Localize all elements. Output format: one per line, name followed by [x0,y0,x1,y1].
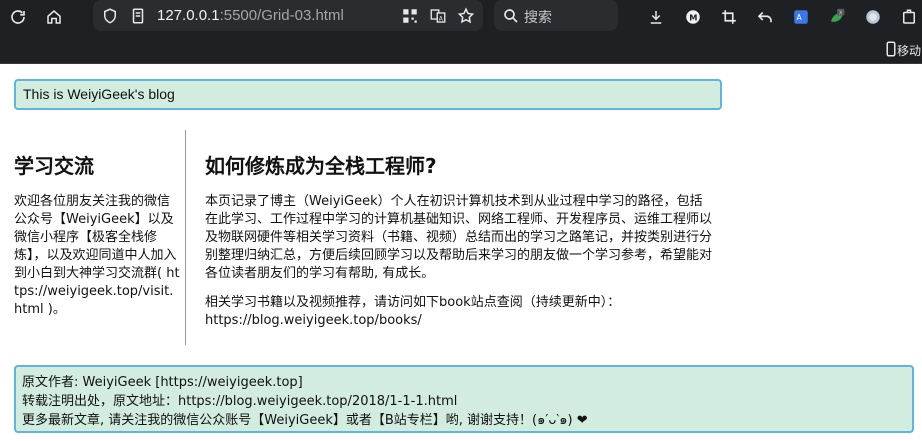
article-paragraph-2: 相关学习书籍以及视频推荐，请访问如下book站点查阅（持续更新中）： https… [205,295,621,328]
sidebar: 学习交流 欢迎各位朋友关注我的微信公众号【WeiyiGeek】以及微信小程序【极… [13,130,186,345]
crop-icon[interactable] [719,7,739,27]
search-icon [501,6,521,26]
extensions-puzzle-icon[interactable] [899,7,919,27]
mobile-bookmarks-label[interactable]: 移动 [897,42,921,59]
download-icon[interactable] [646,7,666,27]
bookmark-star-icon[interactable] [456,6,476,26]
translate-icon[interactable]: A [428,6,448,26]
svg-text:M: M [689,12,697,22]
footer-follow: 更多最新文章, 请关注我的微信公众账号【WeiyiGeek】或者【B站专栏】哟,… [22,413,588,428]
extension-leaf-icon[interactable]: X [827,7,847,27]
home-icon[interactable] [44,7,64,27]
footer-author: 原文作者: WeiyiGeek [https://weiyigeek.top] [22,375,303,390]
page-info-icon[interactable] [128,6,148,26]
page-header: This is WeiyiGeek's blog [14,79,722,110]
article-paragraph-1: 本页记录了博主（WeiyiGeek）个人在初识计算机技术到从业过程中学习的路径，… [205,194,713,281]
translator-extension-icon[interactable]: A [791,7,811,27]
bookmarks-bar: 移动 [0,34,922,64]
address-url[interactable]: 127.0.0.1:5500/Grid-03.html [157,7,344,24]
sidebar-text: 欢迎各位朋友关注我的微信公众号【WeiyiGeek】以及微信小程序【极客全栈修炼… [14,194,180,317]
avatar-icon[interactable] [863,7,883,27]
shield-icon[interactable] [100,6,120,26]
browser-toolbar: 127.0.0.1:5500/Grid-03.html A 搜索 M A X [0,0,922,34]
svg-text:A: A [797,13,803,22]
profile-m-icon[interactable]: M [683,7,703,27]
main-article: 如何修炼成为全栈工程师? 本页记录了博主（WeiyiGeek）个人在初识计算机技… [205,130,715,345]
browser-search-box[interactable]: 搜索 [494,0,618,31]
qr-code-icon[interactable] [400,6,420,26]
sidebar-title: 学习交流 [14,154,94,178]
search-placeholder: 搜索 [524,10,552,26]
address-bar[interactable]: 127.0.0.1:5500/Grid-03.html A [93,0,483,31]
undo-icon[interactable] [755,7,775,27]
article-title: 如何修炼成为全栈工程师? [205,154,437,178]
svg-text:X: X [839,10,843,16]
page-footer: 原文作者: WeiyiGeek [https://weiyigeek.top] … [14,365,914,433]
footer-source: 转载注明出处，原文地址：https://blog.weiyigeek.top/2… [22,394,458,409]
page-content: This is WeiyiGeek's blog 学习交流 欢迎各位朋友关注我的… [0,64,922,441]
reload-icon[interactable] [8,7,28,27]
